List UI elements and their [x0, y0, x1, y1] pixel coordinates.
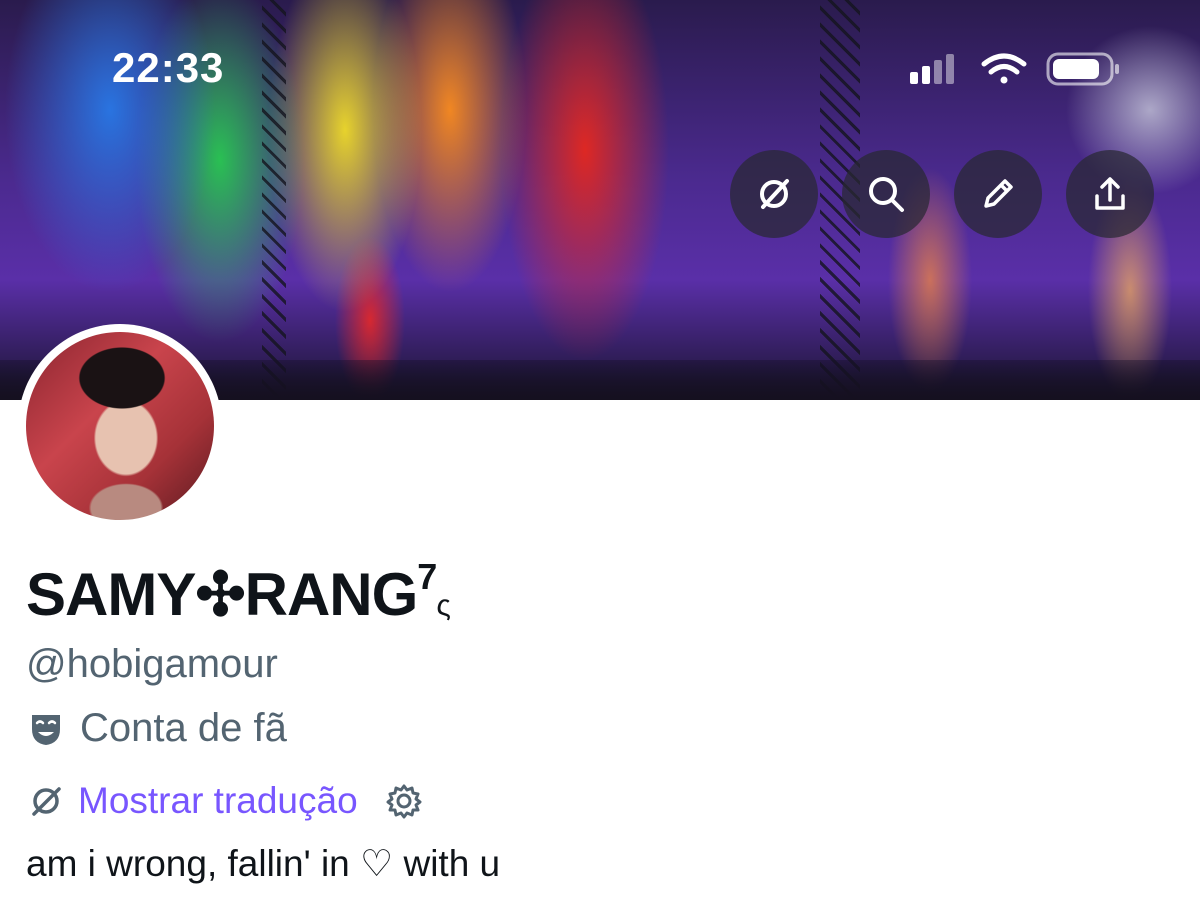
show-translation-link[interactable]: Mostrar tradução: [78, 780, 358, 822]
pencil-icon: [984, 179, 1013, 208]
edit-button[interactable]: [954, 150, 1042, 238]
translate-icon: [760, 179, 789, 209]
account-label-text: Conta de fã: [80, 706, 287, 750]
status-time: 22:33: [112, 44, 225, 91]
account-label: Conta de fã: [26, 706, 287, 751]
avatar[interactable]: [18, 324, 222, 528]
translate-icon: [32, 787, 61, 816]
translation-row: Mostrar tradução: [26, 780, 424, 822]
theater-masks-icon: [32, 714, 60, 745]
display-name-suffix: ς: [436, 589, 451, 622]
cellular-signal-icon: [910, 54, 954, 84]
display-name-text: SAMY✣RANG: [26, 561, 418, 628]
translate-button[interactable]: [730, 150, 818, 238]
gear-icon[interactable]: [384, 781, 424, 821]
wifi-icon: [981, 53, 1027, 84]
display-name-superscript: 7: [417, 556, 437, 597]
profile-bio: am i wrong, fallin' in ♡ with u: [26, 843, 501, 884]
avatar-image: [26, 332, 214, 520]
stage-truss: [262, 0, 286, 400]
username-handle: @hobigamour: [26, 642, 278, 686]
share-button[interactable]: [1066, 150, 1154, 238]
search-button[interactable]: [842, 150, 930, 238]
search-icon: [869, 177, 904, 212]
battery-icon: [1046, 52, 1119, 86]
share-icon: [1095, 177, 1125, 210]
status-icons: [910, 52, 1119, 86]
display-name: SAMY✣RANG7ς: [26, 556, 451, 630]
